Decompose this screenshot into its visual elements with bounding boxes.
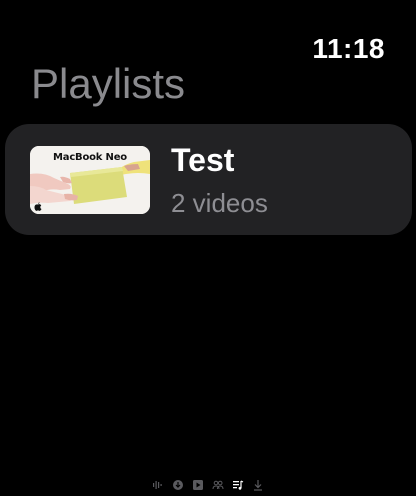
page-title: Playlists <box>31 60 186 107</box>
thumbnail-caption: MacBook Neo <box>53 152 127 163</box>
people-icon[interactable] <box>212 479 224 491</box>
play-square-icon[interactable] <box>192 479 204 491</box>
watch-screen: 11:18 Playlists MacBook Neo Test 2 video… <box>0 0 416 496</box>
playlist-thumbnail: MacBook Neo <box>30 146 150 214</box>
playlist-video-count: 2 videos <box>171 188 268 218</box>
circle-download-icon[interactable] <box>172 479 184 491</box>
download-arrow-icon[interactable] <box>252 479 264 491</box>
status-time: 11:18 <box>312 33 385 64</box>
page-indicator-bar <box>0 478 416 492</box>
waveform-icon[interactable] <box>152 479 164 491</box>
music-list-icon[interactable] <box>232 479 244 491</box>
apple-logo-icon <box>34 202 42 211</box>
playlist-item[interactable]: MacBook Neo Test 2 videos <box>5 124 412 235</box>
playlist-title: Test <box>171 142 235 178</box>
